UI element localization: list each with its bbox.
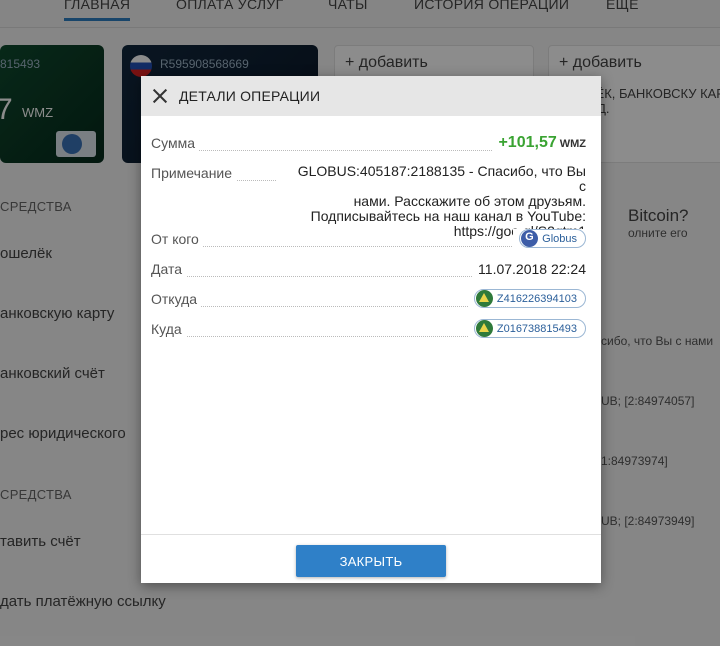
dialog-header: ДЕТАЛИ ОПЕРАЦИИ (141, 76, 601, 116)
source-value: Z416226394103 (467, 289, 586, 310)
destination-label: Куда (151, 321, 186, 337)
close-button[interactable]: ЗАКРЫТЬ (296, 545, 446, 577)
webmoney-icon (475, 290, 493, 307)
sender-value: Globus (513, 229, 586, 250)
detail-row-destination: Куда Z016738815493 (151, 319, 586, 343)
detail-row-sender: От кого Globus (151, 229, 586, 253)
globus-icon (521, 230, 539, 247)
close-icon[interactable] (151, 86, 169, 106)
amount-value-group: +101,57 WMZ (492, 134, 586, 152)
detail-row-note: Примечание GLOBUS:405187:2188135 - Спаси… (151, 164, 586, 239)
amount-label: Сумма (151, 135, 199, 151)
sender-label: От кого (151, 231, 203, 247)
destination-purse-pill[interactable]: Z016738815493 (473, 319, 586, 338)
note-text: GLOBUS:405187:2188135 - Спасибо, что Вы … (286, 164, 586, 239)
detail-row-source: Откуда Z416226394103 (151, 289, 586, 313)
sender-name: Globus (542, 232, 577, 245)
sender-pill[interactable]: Globus (519, 229, 586, 248)
note-label: Примечание (151, 165, 237, 181)
amount-value: +101,57 (498, 134, 557, 151)
destination-value: Z016738815493 (467, 319, 586, 340)
source-purse: Z416226394103 (496, 292, 577, 305)
note-line: GLOBUS:405187:2188135 - Спасибо, что Вы … (297, 163, 586, 194)
note-line: нами. Расскажите об этом друзьям. (353, 193, 586, 209)
date-label: Дата (151, 261, 187, 277)
operation-details-dialog: ДЕТАЛИ ОПЕРАЦИИ Сумма +101,57 WMZ Примеча… (141, 76, 601, 583)
date-value: 11.07.2018 22:24 (472, 261, 586, 277)
detail-row-amount: Сумма +101,57 WMZ (151, 134, 586, 155)
source-purse-pill[interactable]: Z416226394103 (473, 289, 586, 308)
webmoney-icon (475, 320, 493, 337)
detail-row-date: Дата 11.07.2018 22:24 (151, 261, 586, 281)
dialog-title: ДЕТАЛИ ОПЕРАЦИИ (179, 88, 321, 104)
source-label: Откуда (151, 291, 202, 307)
note-line: Подписывайтесь на наш канал в YouTube: (310, 208, 586, 224)
amount-unit: WMZ (559, 138, 586, 150)
destination-purse: Z016738815493 (496, 322, 577, 335)
dialog-footer: ЗАКРЫТЬ (141, 534, 601, 583)
